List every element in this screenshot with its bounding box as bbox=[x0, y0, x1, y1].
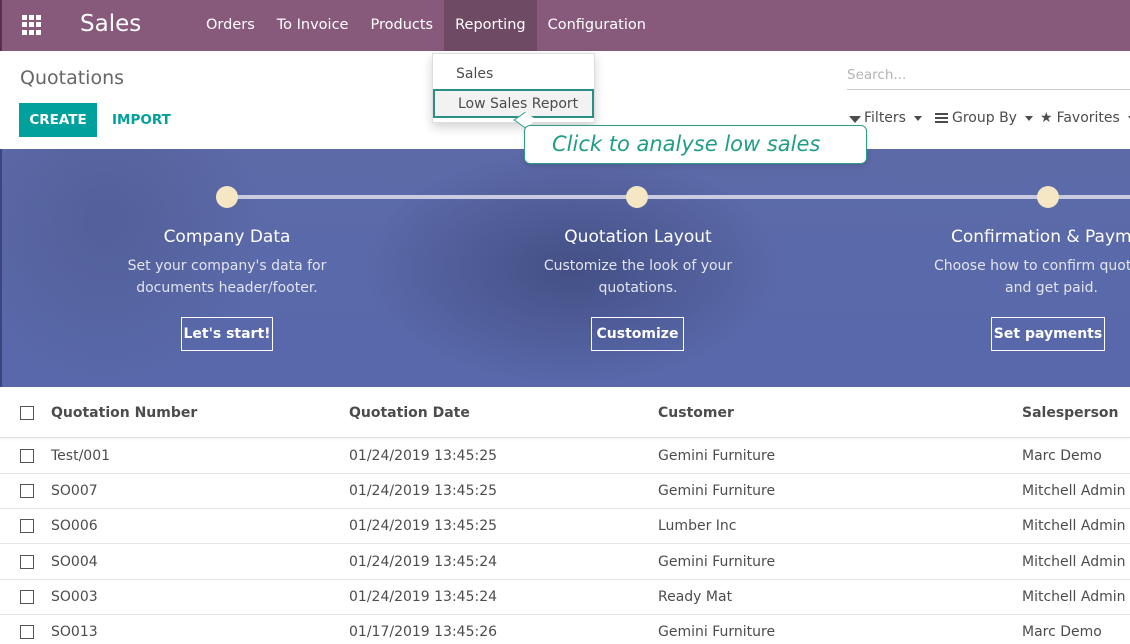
table-row[interactable]: SO004 01/24/2019 13:45:24 Gemini Furnitu… bbox=[0, 545, 1130, 580]
table-row[interactable]: SO007 01/24/2019 13:45:25 Gemini Furnitu… bbox=[0, 474, 1130, 509]
cell-number: SO003 bbox=[51, 589, 98, 605]
search-placeholder: Search... bbox=[847, 67, 907, 83]
step-title: Confirmation & Paymen bbox=[951, 227, 1130, 247]
cell-customer: Gemini Furniture bbox=[658, 554, 776, 570]
cell-number: SO004 bbox=[51, 554, 98, 570]
import-button[interactable]: IMPORT bbox=[112, 103, 171, 137]
cell-salesperson: Mitchell Admin bbox=[1022, 589, 1126, 605]
filters-label: Filters bbox=[864, 110, 906, 126]
row-checkbox[interactable] bbox=[20, 449, 34, 463]
cell-customer: Gemini Furniture bbox=[658, 483, 776, 499]
step-title: Company Data bbox=[163, 227, 291, 247]
row-checkbox[interactable] bbox=[20, 484, 34, 498]
cell-salesperson: Mitchell Admin bbox=[1022, 554, 1126, 570]
step-desc-line: Set your company's data for bbox=[127, 258, 327, 274]
menu-orders[interactable]: Orders bbox=[195, 0, 266, 51]
favorites-button[interactable]: ★ Favorites bbox=[1040, 110, 1130, 126]
table-row[interactable]: Test/001 01/24/2019 13:45:25 Gemini Furn… bbox=[0, 439, 1130, 474]
step-desc-line: Choose how to confirm quotat bbox=[934, 258, 1130, 274]
step-description: Customize the look of your quotations. bbox=[508, 255, 768, 299]
cell-date: 01/24/2019 13:45:24 bbox=[349, 554, 498, 570]
main-menu: Orders To Invoice Products Reporting Con… bbox=[195, 0, 657, 51]
set-payments-button[interactable]: Set payments bbox=[991, 317, 1105, 351]
group-by-label: Group By bbox=[952, 110, 1017, 126]
column-quotation-number[interactable]: Quotation Number bbox=[51, 405, 197, 421]
cell-date: 01/24/2019 13:45:25 bbox=[349, 483, 498, 499]
row-checkbox[interactable] bbox=[20, 555, 34, 569]
filters-button[interactable]: Filters bbox=[849, 110, 922, 126]
guide-tooltip: Click to analyse low sales bbox=[524, 125, 867, 164]
select-all-checkbox[interactable] bbox=[20, 406, 34, 420]
menu-reporting[interactable]: Reporting bbox=[444, 0, 537, 51]
step-title: Quotation Layout bbox=[564, 227, 712, 247]
onboarding-progress-line bbox=[227, 195, 1130, 199]
cell-number: SO006 bbox=[51, 518, 98, 534]
customize-button[interactable]: Customize bbox=[591, 317, 684, 351]
menu-products[interactable]: Products bbox=[359, 0, 444, 51]
table-row[interactable]: SO013 01/17/2019 13:45:26 Gemini Furnitu… bbox=[0, 615, 1130, 644]
cell-number: SO007 bbox=[51, 483, 98, 499]
favorites-label: Favorites bbox=[1056, 110, 1120, 126]
column-customer[interactable]: Customer bbox=[658, 405, 734, 421]
star-icon: ★ bbox=[1040, 110, 1053, 126]
row-checkbox[interactable] bbox=[20, 590, 34, 604]
step-desc-line: and get paid. bbox=[1005, 280, 1098, 296]
step-description: Set your company's data for documents he… bbox=[97, 255, 357, 299]
chevron-down-icon bbox=[1024, 115, 1033, 121]
menu-configuration[interactable]: Configuration bbox=[537, 0, 657, 51]
dropdown-item-sales[interactable]: Sales bbox=[433, 66, 594, 82]
step-dot bbox=[626, 186, 648, 208]
top-navbar: Sales Orders To Invoice Products Reporti… bbox=[0, 0, 1130, 51]
row-checkbox[interactable] bbox=[20, 625, 34, 639]
step-desc-line: Customize the look of your bbox=[543, 258, 733, 274]
cell-date: 01/24/2019 13:45:24 bbox=[349, 589, 498, 605]
breadcrumb: Quotations bbox=[20, 67, 125, 89]
cell-customer: Gemini Furniture bbox=[658, 448, 776, 464]
cell-salesperson: Mitchell Admin bbox=[1022, 518, 1126, 534]
cell-date: 01/17/2019 13:45:26 bbox=[349, 624, 498, 640]
step-desc-line: quotations. bbox=[598, 280, 678, 296]
app-brand[interactable]: Sales bbox=[80, 11, 141, 37]
cell-date: 01/24/2019 13:45:25 bbox=[349, 448, 498, 464]
dropdown-item-low-sales-report[interactable]: Low Sales Report bbox=[433, 89, 594, 118]
lets-start-button[interactable]: Let's start! bbox=[181, 317, 273, 351]
cell-salesperson: Mitchell Admin bbox=[1022, 483, 1126, 499]
row-checkbox[interactable] bbox=[20, 519, 34, 533]
column-quotation-date[interactable]: Quotation Date bbox=[349, 405, 470, 421]
cell-salesperson: Marc Demo bbox=[1022, 448, 1102, 464]
step-desc-line: documents header/footer. bbox=[136, 280, 318, 296]
table-row[interactable]: SO006 01/24/2019 13:45:25 Lumber Inc Mit… bbox=[0, 509, 1130, 544]
create-button[interactable]: CREATE bbox=[19, 103, 97, 137]
cell-customer: Lumber Inc bbox=[658, 518, 737, 534]
cell-customer: Ready Mat bbox=[658, 589, 733, 605]
reporting-dropdown-menu: Sales Low Sales Report bbox=[432, 53, 595, 123]
cell-number: Test/001 bbox=[51, 448, 111, 464]
filter-icon bbox=[849, 115, 861, 123]
cell-number: SO013 bbox=[51, 624, 98, 640]
column-salesperson[interactable]: Salesperson bbox=[1022, 405, 1119, 421]
menu-to-invoice[interactable]: To Invoice bbox=[266, 0, 360, 51]
cell-date: 01/24/2019 13:45:25 bbox=[349, 518, 498, 534]
onboarding-banner: Company Data Set your company's data for… bbox=[0, 149, 1130, 387]
search-input[interactable]: Search... bbox=[847, 64, 1130, 90]
step-dot bbox=[216, 186, 238, 208]
step-description: Choose how to confirm quotat and get pai… bbox=[932, 255, 1130, 299]
apps-grid-icon[interactable] bbox=[22, 15, 42, 35]
list-header: Quotation Number Quotation Date Customer… bbox=[0, 388, 1130, 438]
cell-salesperson: Marc Demo bbox=[1022, 624, 1102, 640]
cell-customer: Gemini Furniture bbox=[658, 624, 776, 640]
list-icon bbox=[935, 113, 948, 123]
chevron-down-icon bbox=[913, 115, 922, 121]
step-dot bbox=[1037, 186, 1059, 208]
group-by-button[interactable]: Group By bbox=[935, 110, 1033, 126]
table-row[interactable]: SO003 01/24/2019 13:45:24 Ready Mat Mitc… bbox=[0, 580, 1130, 615]
